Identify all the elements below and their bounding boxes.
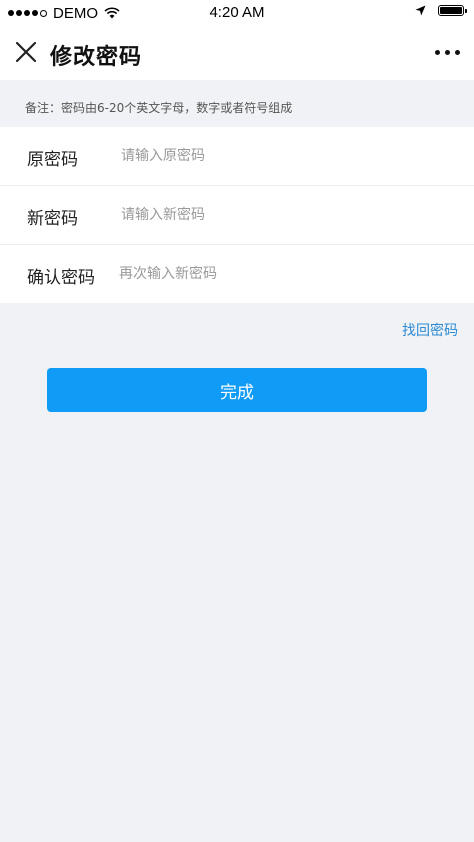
nav-bar: 修改密码 (0, 26, 474, 80)
status-bar: DEMO 4:20 AM (0, 0, 474, 26)
new-password-label: 新密码 (27, 209, 78, 229)
status-time: 4:20 AM (209, 4, 265, 21)
confirm-password-label: 确认密码 (27, 268, 95, 288)
old-password-row: 原密码 (0, 127, 474, 186)
forgot-password-link[interactable]: 找回密码 (402, 320, 458, 340)
battery-icon (438, 5, 467, 16)
password-rule-note: 备注：密码由6-20个英文字母，数字或者符号组成 (25, 101, 293, 115)
new-password-input[interactable] (121, 200, 451, 230)
status-right (415, 5, 467, 16)
page-title: 修改密码 (50, 45, 143, 70)
password-form: 原密码 新密码 确认密码 (0, 127, 474, 303)
battery-fill (440, 7, 462, 14)
confirm-password-row: 确认密码 (0, 245, 474, 303)
old-password-label: 原密码 (27, 150, 78, 170)
more-icon[interactable] (435, 50, 460, 55)
old-password-input[interactable] (121, 141, 451, 171)
confirm-password-input[interactable] (119, 259, 449, 289)
new-password-row: 新密码 (0, 186, 474, 245)
close-icon[interactable] (14, 40, 38, 64)
location-arrow-icon (415, 5, 426, 16)
submit-button[interactable]: 完成 (47, 368, 427, 412)
